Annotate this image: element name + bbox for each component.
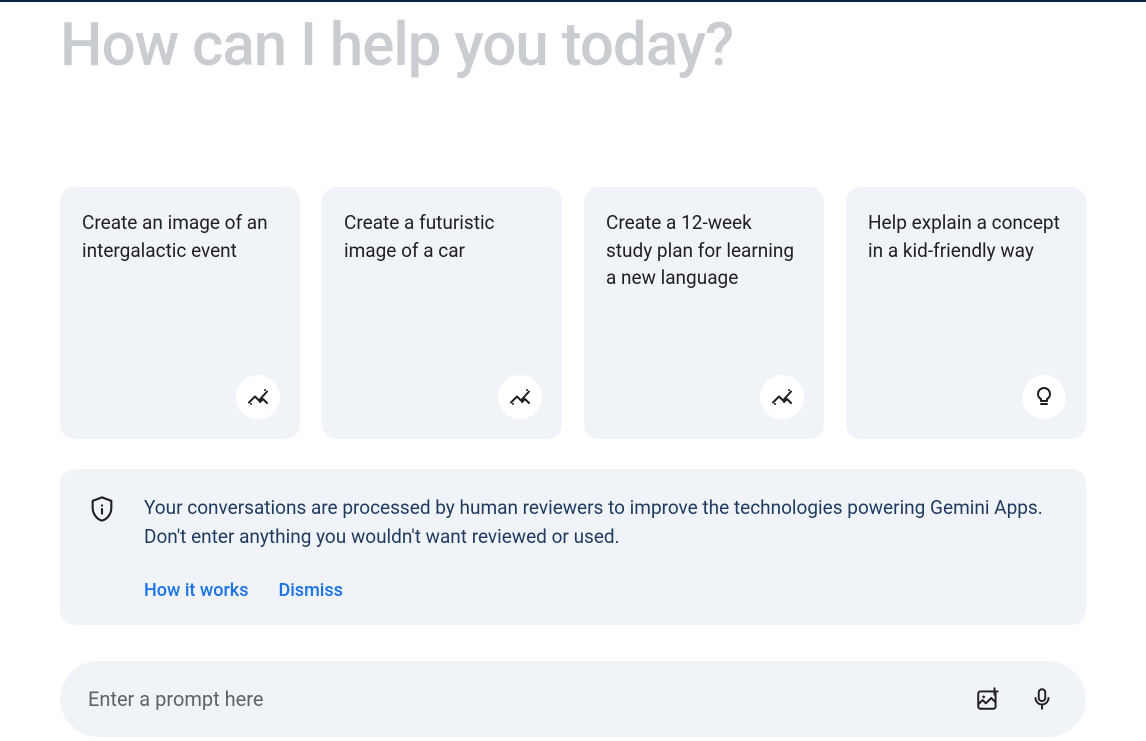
- upload-image-icon[interactable]: [972, 683, 1004, 715]
- page-heading: How can I help you today?: [60, 2, 1086, 79]
- suggestion-card-2[interactable]: Create a futuristic image of a car: [322, 187, 562, 439]
- suggestion-card-3[interactable]: Create a 12-week study plan for learning…: [584, 187, 824, 439]
- suggestion-card-4[interactable]: Help explain a concept in a kid-friendly…: [846, 187, 1086, 439]
- notice-text: Your conversations are processed by huma…: [144, 493, 1058, 552]
- microphone-icon[interactable]: [1026, 683, 1058, 715]
- suggestion-text: Create an image of an intergalactic even…: [82, 209, 278, 264]
- suggestions-row: Create an image of an intergalactic even…: [60, 187, 1086, 439]
- shield-info-icon: [88, 495, 116, 527]
- suggestion-text: Create a 12-week study plan for learning…: [606, 209, 802, 292]
- draw-icon: [498, 375, 542, 419]
- prompt-input[interactable]: [88, 687, 972, 711]
- how-it-works-link[interactable]: How it works: [144, 580, 248, 601]
- suggestion-card-1[interactable]: Create an image of an intergalactic even…: [60, 187, 300, 439]
- privacy-notice: Your conversations are processed by huma…: [60, 469, 1086, 625]
- dismiss-button[interactable]: Dismiss: [278, 580, 342, 601]
- prompt-bar: [60, 661, 1086, 737]
- draw-icon: [760, 375, 804, 419]
- lightbulb-icon: [1022, 375, 1066, 419]
- suggestion-text: Create a futuristic image of a car: [344, 209, 540, 264]
- draw-icon: [236, 375, 280, 419]
- suggestion-text: Help explain a concept in a kid-friendly…: [868, 209, 1064, 264]
